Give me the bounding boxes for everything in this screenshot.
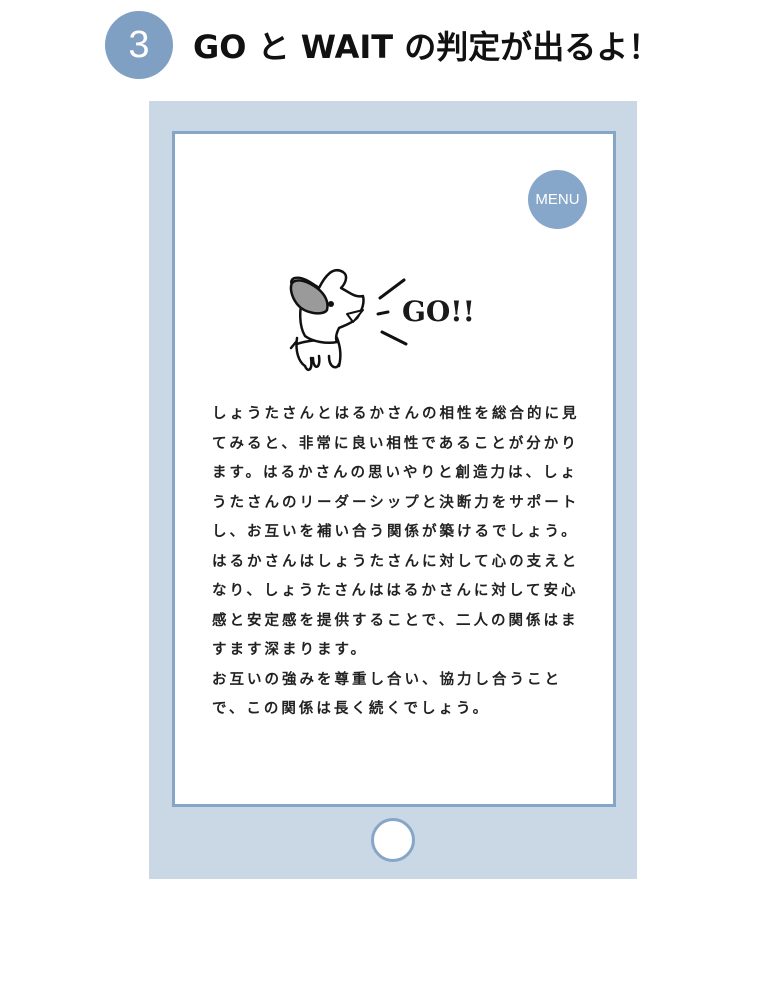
step-number: 3 <box>128 23 150 66</box>
result-paragraph: しょうたさんとはるかさんの相性を総合的に見てみると、非常に良い相性であることが分… <box>212 406 580 658</box>
menu-button-label: MENU <box>535 191 580 208</box>
home-button-icon[interactable] <box>371 818 415 862</box>
dog-character-icon <box>289 269 365 372</box>
step-number-badge: 3 <box>105 11 173 79</box>
result-description: しょうたさんとはるかさんの相性を総合的に見てみると、非常に良い相性であることが分… <box>212 400 584 725</box>
result-paragraph: お互いの強みを尊重し合い、協力し合うことで、この関係は長く続くでしょう。 <box>212 671 562 718</box>
menu-button[interactable]: MENU <box>528 170 587 229</box>
page-title: GO と WAIT の判定が出るよ！ <box>193 28 661 66</box>
verdict-text: GO!! <box>402 295 475 328</box>
